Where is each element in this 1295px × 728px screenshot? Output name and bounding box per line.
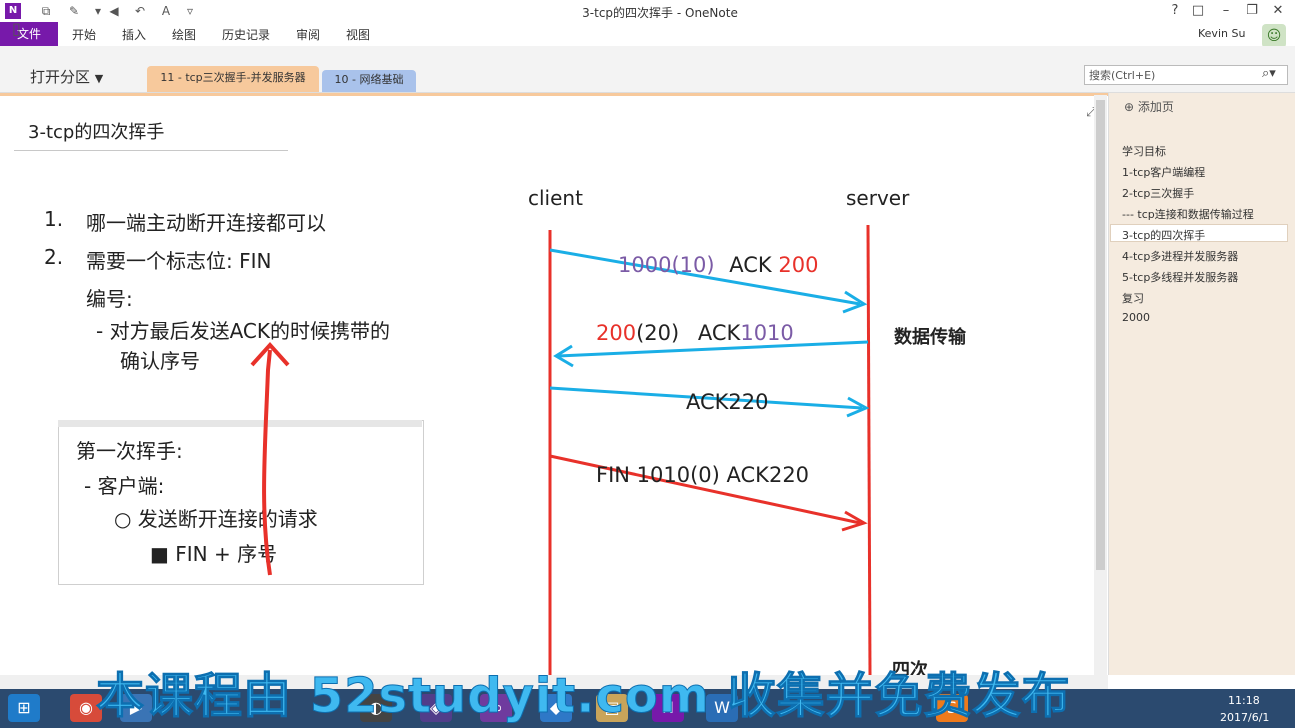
ribbon-tabs: 文件 开始 插入 绘图 历史记录 审阅 视图 Kevin Su ☺ xyxy=(0,22,1295,48)
back-icon[interactable]: ◀ xyxy=(106,3,122,19)
list-item[interactable]: 需要一个标志位: FIN xyxy=(86,245,271,274)
list-item[interactable]: 哪一端主动断开连接都可以 xyxy=(86,207,326,236)
handwritten-arrow xyxy=(250,342,290,576)
title-underline xyxy=(14,150,288,151)
msg1-seq: 1000(10) xyxy=(618,253,715,277)
sub-heading[interactable]: 编号: xyxy=(86,283,133,312)
section-tab-network-basics[interactable]: 10 - 网络基础 xyxy=(322,70,416,92)
msg2-ack: ACK xyxy=(697,321,741,345)
open-section-button[interactable]: 打开分区 ▼ xyxy=(30,66,103,87)
search-icon[interactable]: ⌕▾ xyxy=(1262,66,1276,81)
onenote-logo-icon: N xyxy=(5,3,21,19)
page-item-selected[interactable]: 3-tcp的四次挥手 xyxy=(1122,227,1205,243)
minimize-button[interactable]: – xyxy=(1214,2,1238,20)
list-item-number: 1. xyxy=(44,207,64,231)
clock-date[interactable]: 2017/6/1 xyxy=(1220,711,1269,724)
message-label-1: 1000(10) ACK 200 xyxy=(618,253,818,277)
tab-insert[interactable]: 插入 xyxy=(122,26,146,43)
undo-icon[interactable]: ↶ xyxy=(132,3,148,19)
page-list-panel xyxy=(1108,93,1295,675)
page-item[interactable]: 1-tcp客户端编程 xyxy=(1122,164,1205,180)
callout-heading[interactable]: 第一次挥手: xyxy=(76,435,183,464)
tab-review[interactable]: 审阅 xyxy=(296,26,320,43)
add-page-label: 添加页 xyxy=(1137,100,1174,114)
close-button[interactable]: ✕ xyxy=(1266,2,1290,20)
chevron-down-icon: ▼ xyxy=(94,72,104,85)
page-item[interactable]: 学习目标 xyxy=(1122,143,1166,159)
dropdown-icon[interactable]: ▾ xyxy=(90,3,106,19)
tab-home[interactable]: 开始 xyxy=(72,26,96,43)
tab-view[interactable]: 视图 xyxy=(346,26,370,43)
plus-circle-icon: ⊕ xyxy=(1124,100,1135,114)
page-item[interactable]: 复习 xyxy=(1122,290,1144,306)
page-item[interactable]: 4-tcp多进程并发服务器 xyxy=(1122,248,1238,264)
customize-icon[interactable]: ▿ xyxy=(182,3,198,19)
server-lifeline xyxy=(866,224,872,676)
phase-label: 数据传输 xyxy=(894,327,966,348)
title-bar: N ⧉ ✎ ▾ ◀ ↶ A ▿ 3-tcp的四次挥手 - OneNote ? □… xyxy=(0,0,1295,22)
msg2-seq: 200 xyxy=(596,321,637,345)
tab-history[interactable]: 历史记录 xyxy=(222,26,270,43)
user-name[interactable]: Kevin Su xyxy=(1198,27,1245,40)
format-icon[interactable]: A xyxy=(158,3,174,19)
window-title: 3-tcp的四次挥手 - OneNote xyxy=(582,6,738,20)
msg1-ack-num: 200 xyxy=(778,253,819,277)
page-item[interactable]: 5-tcp多线程并发服务器 xyxy=(1122,269,1238,285)
maximize-button[interactable]: ❐ xyxy=(1240,2,1264,20)
dock-to-desktop-icon[interactable]: ⧉ xyxy=(38,3,54,19)
notebook-icon: ▯ xyxy=(12,19,21,38)
display-options-button[interactable]: □ xyxy=(1186,2,1210,20)
tab-draw[interactable]: 绘图 xyxy=(172,26,196,43)
tab-file[interactable]: 文件 xyxy=(0,22,58,46)
start-button-icon[interactable]: ⊞ xyxy=(8,694,40,722)
callout-line[interactable]: - 客户端: xyxy=(84,470,164,499)
msg2-len: (20) xyxy=(636,321,680,345)
message-label-fin: FIN 1010(0) ACK220 xyxy=(596,463,810,487)
avatar[interactable]: ☺ xyxy=(1262,24,1286,48)
page-item[interactable]: 2-tcp三次握手 xyxy=(1122,185,1194,201)
message-label-3: ACK220 xyxy=(686,390,769,414)
search-input[interactable]: 搜索(Ctrl+E) xyxy=(1084,65,1288,85)
add-page-button[interactable]: ⊕ 添加页 xyxy=(1124,98,1174,115)
clock-time[interactable]: 11:18 xyxy=(1228,694,1260,707)
watermark: 本课程由 52studyit.com 收集并免费发布 xyxy=(96,668,1071,725)
pen-icon[interactable]: ✎ xyxy=(66,3,82,19)
help-button[interactable]: ? xyxy=(1163,2,1187,20)
list-item-number: 2. xyxy=(44,245,64,269)
section-tab-tcp-handshake[interactable]: 11 - tcp三次握手-并发服务器 xyxy=(147,66,319,92)
message-label-2: 200(20) ACK1010 xyxy=(596,321,794,345)
msg1-ack: ACK xyxy=(729,253,772,277)
page-title[interactable]: 3-tcp的四次挥手 xyxy=(28,118,164,144)
open-section-label: 打开分区 xyxy=(30,68,91,86)
page-item[interactable]: 2000 xyxy=(1122,311,1150,324)
msg2-ack-num: 1010 xyxy=(740,321,794,345)
page-item[interactable]: --- tcp连接和数据传输过程 xyxy=(1122,206,1254,222)
dash-item-continued[interactable]: 确认序号 xyxy=(120,345,200,374)
vertical-scroll-thumb[interactable] xyxy=(1096,100,1105,570)
